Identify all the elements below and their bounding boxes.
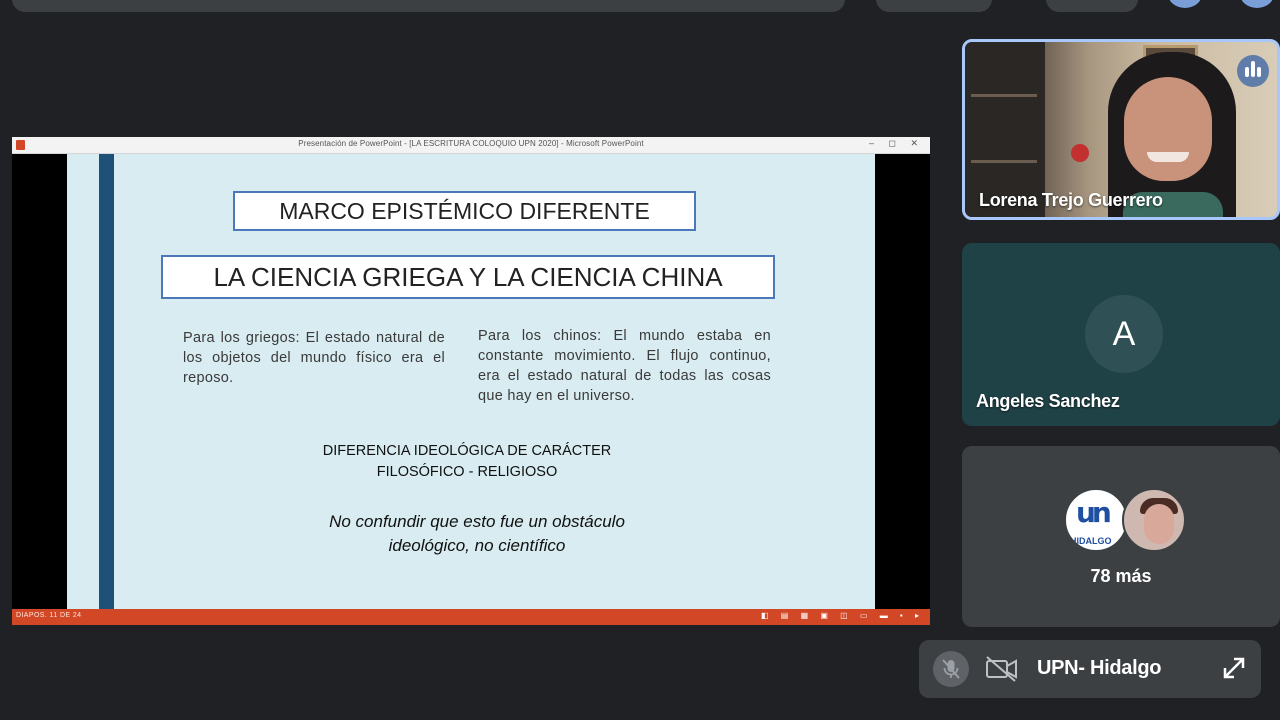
camera-off-icon[interactable]	[985, 655, 1019, 683]
slide-accent-band	[99, 154, 114, 609]
avatar: A	[1085, 295, 1163, 373]
participant-tile-avatar[interactable]: A Angeles Sanchez	[962, 243, 1280, 426]
self-view-bar: UPN- Hidalgo	[919, 640, 1261, 698]
slide-counter: DIAPOS. 11 DE 24	[16, 612, 82, 619]
shelf-line	[971, 94, 1037, 97]
note-line-2: ideológico, no científico	[388, 536, 566, 555]
difference-text: DIFERENCIA IDEOLÓGICA DE CARÁCTER FILOSÓ…	[297, 441, 637, 483]
slide-heading-2: LA CIENCIA GRIEGA Y LA CIENCIA CHINA	[161, 255, 775, 299]
more-participants-tile[interactable]: un HIDALGO 78 más	[962, 446, 1280, 627]
participant-name: Lorena Trejo Guerrero	[979, 190, 1163, 210]
note-line-1: No confundir que esto fue un obstáculo	[329, 512, 625, 531]
self-name: UPN- Hidalgo	[1037, 657, 1162, 679]
participant-tile-video[interactable]: Lorena Trejo Guerrero	[962, 39, 1280, 220]
upn-logo: un	[1076, 496, 1112, 529]
account-avatar-remnant	[1168, 0, 1202, 8]
search-bar-remnant	[12, 0, 845, 12]
presentation-share: Presentación de PowerPoint - [LA ESCRITU…	[12, 137, 930, 625]
difference-line-2: FILOSÓFICO - RELIGIOSO	[376, 464, 558, 480]
participant-name: Angeles Sanchez	[976, 391, 1120, 411]
toolbar-pill-remnant	[1046, 0, 1138, 12]
participant-face	[1124, 77, 1212, 181]
view-controls[interactable]: ◧ ▤ ▦ ▣ ◫ ▭ ▬ ▪ ▸	[761, 611, 924, 620]
expand-icon[interactable]	[1219, 653, 1249, 683]
more-participants-count: 78 más	[1090, 566, 1152, 586]
powerpoint-statusbar: DIAPOS. 11 DE 24 ◧ ▤ ▦ ▣ ◫ ▭ ▬ ▪ ▸	[12, 609, 930, 625]
participant-smile	[1147, 152, 1189, 162]
slide: MARCO EPISTÉMICO DIFERENTE LA CIENCIA GR…	[67, 154, 875, 609]
mic-off-icon[interactable]	[933, 651, 969, 687]
slide-note: No confundir que esto fue un obstáculo i…	[287, 510, 667, 558]
background-flower	[1071, 144, 1089, 162]
powerpoint-titlebar: Presentación de PowerPoint - [LA ESCRITU…	[12, 137, 930, 154]
shelf-line	[971, 160, 1037, 163]
slide-heading-1: MARCO EPISTÉMICO DIFERENTE	[233, 191, 696, 231]
avatar-face	[1144, 504, 1174, 544]
greeks-paragraph: Para los griegos: El estado natural de l…	[183, 330, 445, 386]
avatar	[1122, 488, 1186, 552]
account-avatar-remnant	[1240, 0, 1274, 8]
toolbar-pill-remnant	[876, 0, 992, 12]
chinese-paragraph: Para los chinos: El mundo estaba en cons…	[478, 328, 771, 404]
window-controls[interactable]: – ◻ ✕	[869, 138, 924, 149]
difference-line-1: DIFERENCIA IDEOLÓGICA DE CARÁCTER	[322, 443, 612, 459]
upn-logo-subtext: HIDALGO	[1070, 536, 1112, 546]
speaking-indicator-icon[interactable]	[1237, 55, 1269, 87]
window-title: Presentación de PowerPoint - [LA ESCRITU…	[298, 139, 644, 148]
avatar: un HIDALGO	[1064, 488, 1128, 552]
